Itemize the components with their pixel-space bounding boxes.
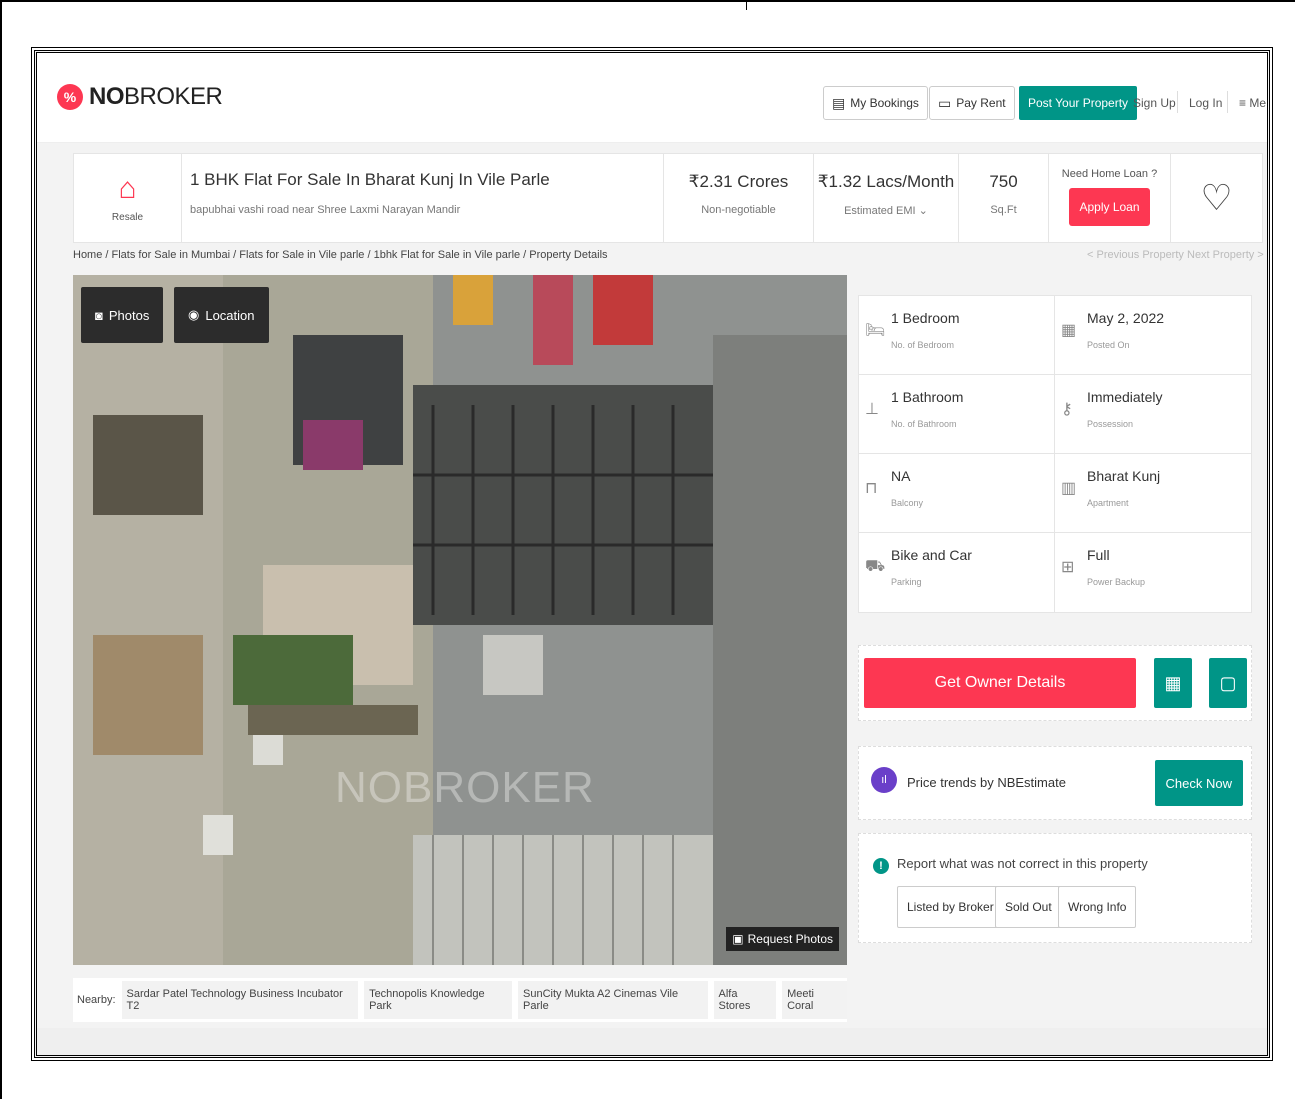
bed-icon: 🛏 [865, 322, 886, 339]
nearby-places: Nearby: Sardar Patel Technology Business… [73, 978, 848, 1022]
area-value: 750 [989, 172, 1018, 191]
post-property-button[interactable]: Post Your Property [1019, 86, 1138, 120]
loan-question: Need Home Loan ? [1061, 168, 1158, 180]
calendar-icon: ▦ [1164, 672, 1182, 693]
emi-value: ₹1.32 Lacs/Month [817, 172, 955, 191]
compass-icon: ◉ [188, 307, 200, 322]
request-photos-button[interactable]: ▣ Request Photos [726, 927, 839, 951]
nearby-chip[interactable]: Technopolis Knowledge Park [364, 981, 513, 1019]
chart-icon: ıl [871, 767, 897, 793]
listed-by-broker-button[interactable]: Listed by Broker [897, 886, 1004, 928]
alert-icon: ! [873, 858, 889, 874]
area-unit: Sq.Ft [990, 204, 1017, 216]
detail-possession: ⚷ Immediately Possession [1055, 375, 1251, 454]
breadcrumb[interactable]: Home / Flats for Sale in Mumbai / Flats … [73, 249, 608, 261]
emi-dropdown[interactable]: Estimated EMI ⌄ [814, 204, 958, 217]
property-title-block: 1 BHK Flat For Sale In Bharat Kunj In Vi… [182, 154, 664, 242]
nearby-label: Nearby: [77, 994, 116, 1006]
report-card: ! Report what was not correct in this pr… [858, 833, 1252, 943]
nearby-chip[interactable]: Sardar Patel Technology Business Incubat… [121, 981, 359, 1019]
property-summary-bar: ⌂ Resale 1 BHK Flat For Sale In Bharat K… [73, 153, 1263, 243]
price-block: ₹2.31 Crores Non-negotiable [664, 154, 814, 242]
image-icon: ▣ [732, 932, 744, 946]
area-block: 750 Sq.Ft [959, 154, 1049, 242]
apply-loan-button[interactable]: Apply Loan [1069, 188, 1150, 226]
building-icon: ▥ [1061, 480, 1077, 497]
divider [1177, 91, 1178, 113]
wrong-info-button[interactable]: Wrong Info [1058, 886, 1137, 928]
bookings-icon: ▤ [832, 94, 846, 111]
chat-icon: ▢ [1219, 672, 1237, 693]
my-bookings-button[interactable]: ▤ My Bookings [823, 86, 928, 120]
previous-property-link[interactable]: < Previous Property [1087, 249, 1184, 261]
detail-balcony: ⊓ NA Balcony [859, 454, 1055, 533]
emi-block: ₹1.32 Lacs/Month Estimated EMI ⌄ [814, 154, 959, 242]
detail-apartment: ▥ Bharat Kunj Apartment [1055, 454, 1251, 533]
hamburger-icon: ≡ [1239, 96, 1250, 110]
resale-badge: ⌂ Resale [74, 154, 182, 242]
schedule-visit-button[interactable]: ▦ [1154, 658, 1192, 708]
car-icon: ⛟ [865, 558, 886, 575]
nearby-chip[interactable]: Alfa Stores [713, 981, 777, 1019]
calendar-icon: ▦ [1061, 322, 1077, 339]
nobroker-logo[interactable]: % NOBROKER [57, 83, 223, 111]
owner-actions: Get Owner Details ▦ ▢ [858, 645, 1252, 721]
photos-button[interactable]: ◙ Photos [81, 287, 164, 343]
browser-viewport: % NOBROKER ▤ My Bookings ▭ Pay Rent Post… [31, 47, 1273, 1061]
price-trends-card: ıl Price trends by NBEstimate Check Now [858, 746, 1252, 820]
bathtub-icon: ⊥ [865, 401, 879, 418]
logo-icon: % [57, 84, 83, 110]
sold-out-button[interactable]: Sold Out [995, 886, 1062, 928]
get-owner-details-button[interactable]: Get Owner Details [864, 658, 1136, 708]
detail-bathroom: ⊥ 1 Bathroom No. of Bathroom [859, 375, 1055, 454]
nearby-chip[interactable]: SunCity Mukta A2 Cinemas Vile Parle [518, 981, 708, 1019]
detail-parking: ⛟ Bike and Car Parking [859, 533, 1055, 612]
price-note: Non-negotiable [701, 204, 776, 216]
check-now-button[interactable]: Check Now [1154, 760, 1243, 806]
home-loan-block: Need Home Loan ? Apply Loan [1049, 154, 1171, 242]
next-property-link[interactable]: Next Property > [1187, 249, 1264, 261]
nearby-chip[interactable]: Meeti Coral [782, 981, 848, 1019]
report-text: Report what was not correct in this prop… [897, 856, 1148, 871]
house-rupee-icon: ⌂ [118, 171, 137, 205]
property-photo[interactable]: NOBROKER ◙ Photos ◉ Location ▣ Request P… [73, 275, 847, 965]
balcony-icon: ⊓ [865, 480, 878, 497]
battery-icon: ⊞ [1061, 559, 1075, 576]
shortlist-heart-icon[interactable]: ♡ [1171, 154, 1262, 242]
detail-posted-on: ▦ May 2, 2022 Posted On [1055, 296, 1251, 375]
detail-bedroom: 🛏 1 Bedroom No. of Bedroom [859, 296, 1055, 375]
menu-button[interactable]: ≡ Me [1239, 96, 1266, 110]
site-header: % NOBROKER ▤ My Bookings ▭ Pay Rent Post… [37, 53, 1267, 143]
location-button[interactable]: ◉ Location [174, 287, 269, 343]
building-photo-illustration [73, 275, 847, 965]
log-in-link[interactable]: Log In [1189, 96, 1222, 110]
camera-icon: ◙ [95, 307, 103, 323]
page-footer-strip [37, 1028, 1267, 1055]
property-details-grid: 🛏 1 Bedroom No. of Bedroom ▦ May 2, 2022… [858, 295, 1252, 613]
property-address: bapubhai vashi road near Shree Laxmi Nar… [190, 204, 461, 216]
chat-button[interactable]: ▢ [1209, 658, 1247, 708]
card-icon: ▭ [938, 94, 952, 111]
key-icon: ⚷ [1061, 401, 1073, 418]
pay-rent-button[interactable]: ▭ Pay Rent [929, 86, 1015, 120]
price-trends-text: Price trends by NBEstimate [907, 775, 1066, 790]
property-title: 1 BHK Flat For Sale In Bharat Kunj In Vi… [190, 170, 550, 189]
price-value: ₹2.31 Crores [688, 172, 789, 191]
nobroker-watermark: NOBROKER [335, 763, 595, 812]
divider [1227, 91, 1228, 113]
detail-power-backup: ⊞ Full Power Backup [1061, 547, 1146, 587]
sign-up-link[interactable]: Sign Up [1133, 96, 1176, 110]
divider [746, 0, 747, 10]
